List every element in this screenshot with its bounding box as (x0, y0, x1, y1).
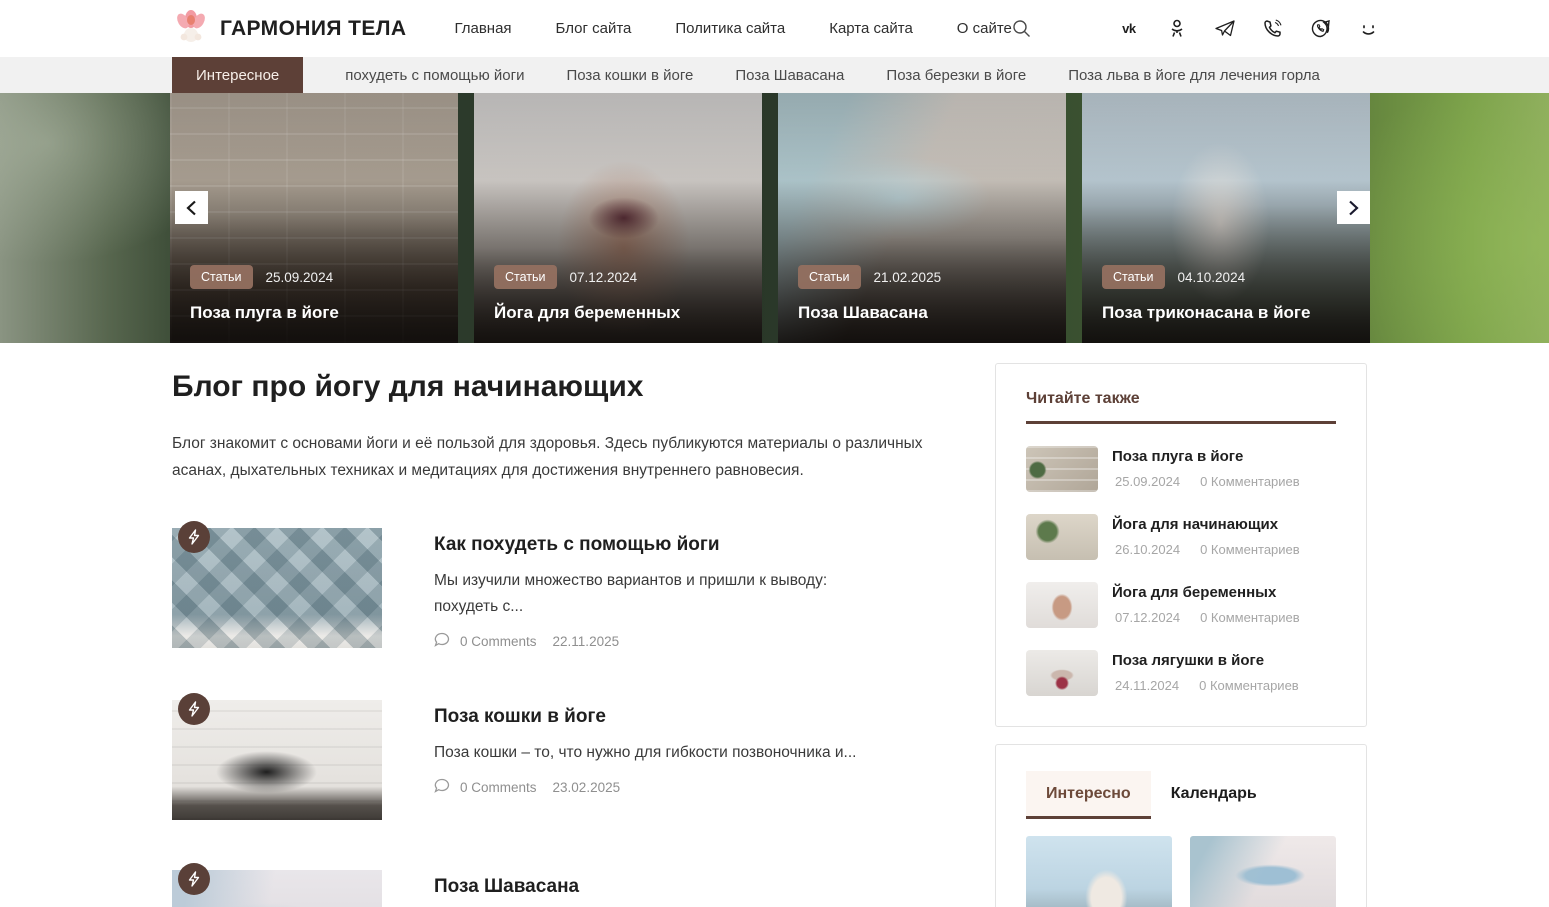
viber-icon[interactable] (1263, 19, 1283, 39)
tag-link[interactable]: Поза льва в йоге для лечения горла (1068, 57, 1320, 93)
page-title: Блог про йогу для начинающих (172, 370, 644, 403)
slide-date: 21.02.2025 (873, 269, 942, 285)
nav-policy[interactable]: Политика сайта (675, 20, 785, 37)
tag-bar: Интересное похудеть с помощью йоги Поза … (0, 57, 1549, 93)
dzen-smiley-icon[interactable] (1359, 19, 1379, 39)
category-badge[interactable]: Статьи (798, 265, 861, 289)
article-comments[interactable]: 0 Comments (460, 634, 537, 649)
sidebar-post-date: 26.10.2024 (1115, 542, 1181, 557)
read-also-widget: Читайте также Поза плуга в йоге 25.09.20… (995, 363, 1367, 727)
sidebar-post-comments: 0 Комментариев (1200, 610, 1300, 625)
read-also-title: Читайте также (1026, 390, 1336, 424)
tab-calendar[interactable]: Календарь (1151, 771, 1277, 816)
carousel-slide[interactable]: Статьи 25.09.2024 Поза плуга в йоге (170, 93, 458, 343)
article-thumbnail[interactable] (172, 521, 382, 648)
interesting-widget: Интересно Календарь (995, 744, 1367, 907)
sidebar-post[interactable]: Поза лягушки в йоге 24.11.2024 0 Коммент… (1026, 650, 1336, 696)
slide-date: 07.12.2024 (569, 269, 638, 285)
interesting-post-image[interactable] (1190, 836, 1336, 907)
article-date: 23.02.2025 (552, 779, 621, 795)
carousel-slide[interactable]: Статьи 21.02.2025 Поза Шавасана (778, 93, 1066, 343)
tab-interesting[interactable]: Интересно (1026, 771, 1151, 819)
tag-link[interactable]: похудеть с помощью йоги (345, 57, 524, 93)
nav-about[interactable]: О сайте (957, 20, 1012, 37)
carousel-next-button[interactable] (1337, 191, 1370, 224)
page-intro: Блог знакомит с основами йоги и её польз… (172, 435, 923, 479)
slide-date: 25.09.2024 (265, 269, 334, 285)
sidebar-post-comments: 0 Комментариев (1199, 678, 1299, 693)
article-comments[interactable]: 0 Comments (460, 780, 537, 795)
category-badge[interactable]: Статьи (190, 265, 253, 289)
article-list: Как похудеть с помощью йоги Мы изучили м… (172, 521, 959, 907)
article-row: Как похудеть с помощью йоги Мы изучили м… (172, 521, 959, 650)
slide-title[interactable]: Йога для беременных (494, 303, 748, 323)
category-badge[interactable]: Статьи (494, 265, 557, 289)
sidebar-post-date: 24.11.2024 (1115, 678, 1180, 693)
nav-sitemap[interactable]: Карта сайта (829, 20, 913, 37)
sidebar-post-date: 25.09.2024 (1115, 474, 1181, 489)
lightning-icon (178, 863, 210, 895)
sidebar-post-title[interactable]: Поза лягушки в йоге (1112, 652, 1299, 669)
sidebar-post-date: 07.12.2024 (1115, 610, 1181, 625)
carousel-slide[interactable]: Статьи 04.10.2024 Поза триконасана в йог… (1082, 93, 1370, 343)
carousel-prev-button[interactable] (175, 191, 208, 224)
category-badge[interactable]: Статьи (1102, 265, 1165, 289)
article-title[interactable]: Поза Шавасана (434, 876, 793, 898)
site-logo[interactable]: ГАРМОНИЯ ТЕЛА (172, 7, 406, 50)
slide-title[interactable]: Поза триконасана в йоге (1102, 303, 1356, 323)
sidebar-post[interactable]: Поза плуга в йоге 25.09.2024 0 Комментар… (1026, 446, 1336, 492)
sidebar-post-image (1026, 650, 1098, 696)
article-excerpt: Мы изучили множество вариантов и пришли … (434, 572, 828, 615)
nav-home[interactable]: Главная (454, 20, 511, 37)
carousel-slide[interactable]: Статьи 07.12.2024 Йога для беременных (474, 93, 762, 343)
main-navigation: Главная Блог сайта Политика сайта Карта … (454, 20, 1011, 37)
sidebar-post-title[interactable]: Йога для начинающих (1112, 516, 1300, 533)
sidebar-post-image (1026, 446, 1098, 492)
site-header: ГАРМОНИЯ ТЕЛА Главная Блог сайта Политик… (0, 0, 1549, 57)
comment-bubble-icon (434, 632, 450, 650)
article-excerpt: Поза кошки – то, что нужно для гибкости … (434, 744, 857, 761)
tag-link[interactable]: Поза березки в йоге (886, 57, 1026, 93)
sidebar-post-title[interactable]: Поза плуга в йоге (1112, 448, 1300, 465)
vk-icon[interactable]: vk (1119, 19, 1139, 39)
article-row: Поза кошки в йоге Поза кошки – то, что н… (172, 693, 959, 820)
social-links: vk (1119, 19, 1379, 39)
article-row: Поза Шавасана Пожалуй, это одна из самых… (172, 863, 959, 907)
odnoklassniki-icon[interactable] (1167, 19, 1187, 39)
article-date: 22.11.2025 (552, 633, 620, 649)
telegram-icon[interactable] (1215, 19, 1235, 39)
nav-blog[interactable]: Блог сайта (556, 20, 632, 37)
sidebar-post[interactable]: Йога для беременных 07.12.2024 0 Коммент… (1026, 582, 1336, 628)
article-title[interactable]: Как похудеть с помощью йоги (434, 534, 874, 556)
article-title[interactable]: Поза кошки в йоге (434, 706, 856, 728)
slide-date: 04.10.2024 (1177, 269, 1246, 285)
sidebar-post-image (1026, 582, 1098, 628)
search-icon[interactable] (1012, 19, 1031, 38)
lotus-logo-icon (172, 7, 210, 50)
article-thumbnail[interactable] (172, 863, 382, 907)
lightning-icon (178, 693, 210, 725)
comment-bubble-icon (434, 778, 450, 796)
article-thumbnail[interactable] (172, 693, 382, 820)
sidebar-post-title[interactable]: Йога для беременных (1112, 584, 1300, 601)
featured-carousel: Статьи 25.09.2024 Поза плуга в йоге Стат… (0, 93, 1549, 343)
sidebar-post-image (1026, 514, 1098, 560)
slide-title[interactable]: Поза Шавасана (798, 303, 1052, 323)
sidebar: Читайте также Поза плуга в йоге 25.09.20… (995, 343, 1367, 907)
site-title: ГАРМОНИЯ ТЕЛА (220, 16, 407, 40)
whatsapp-icon[interactable] (1311, 19, 1331, 39)
slide-title[interactable]: Поза плуга в йоге (190, 303, 444, 323)
sidebar-post-comments: 0 Комментариев (1200, 542, 1300, 557)
widget-tabs: Интересно Календарь (1026, 771, 1336, 819)
lightning-icon (178, 521, 210, 553)
tag-link[interactable]: Поза кошки в йоге (566, 57, 693, 93)
sidebar-post[interactable]: Йога для начинающих 26.10.2024 0 Коммент… (1026, 514, 1336, 560)
tag-link[interactable]: Поза Шавасана (735, 57, 844, 93)
tag-active[interactable]: Интересное (172, 57, 304, 93)
interesting-post-image[interactable] (1026, 836, 1172, 907)
sidebar-post-comments: 0 Комментариев (1200, 474, 1300, 489)
